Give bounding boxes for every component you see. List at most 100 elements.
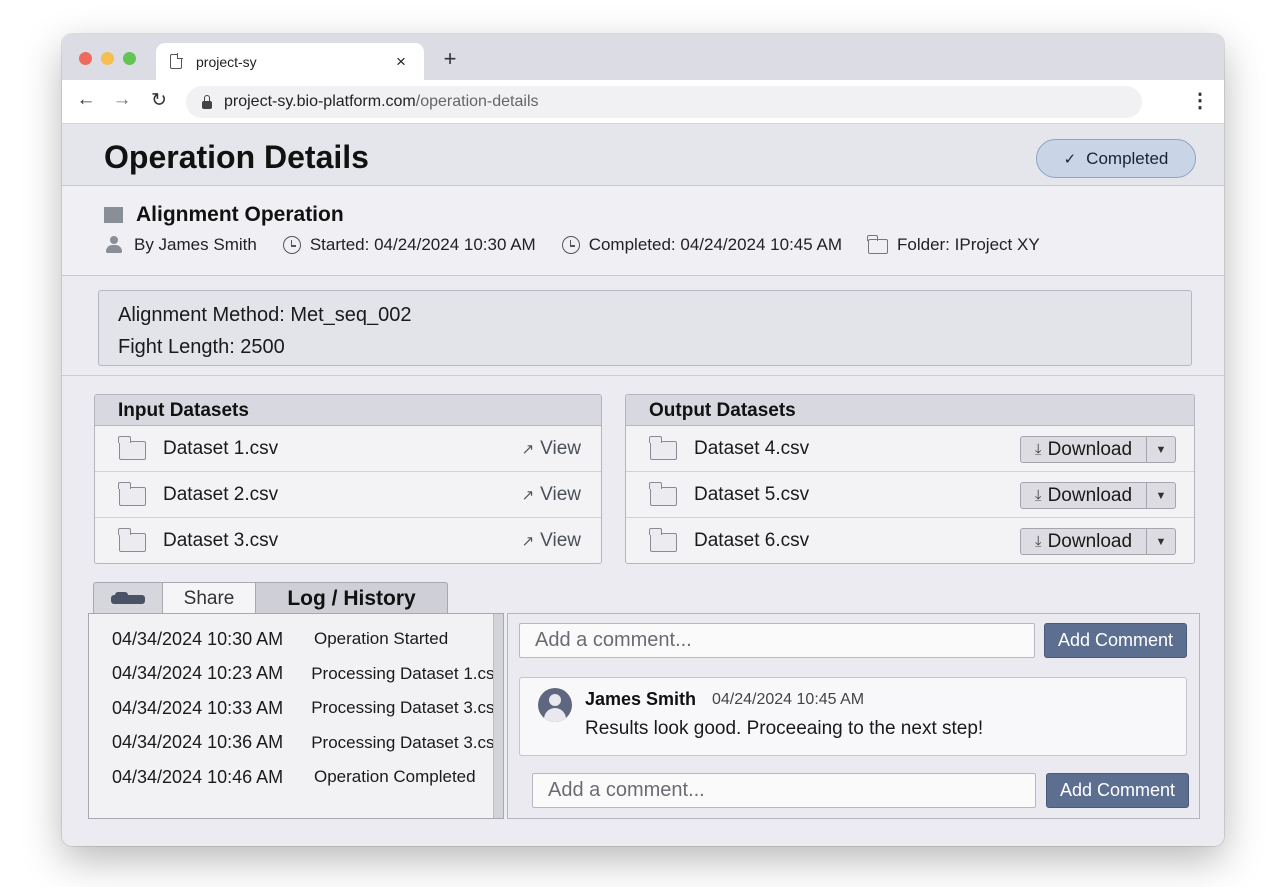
tab-log-history[interactable]: Log / History <box>255 582 448 614</box>
view-link[interactable]: ↗ View <box>522 438 581 460</box>
back-arrow-icon[interactable]: ← <box>74 89 98 111</box>
folder-icon <box>649 528 677 552</box>
comment-text: Results look good. Proceeaing to the nex… <box>585 718 984 739</box>
fight-length: Fight Length: 2500 <box>118 336 285 358</box>
kebab-menu-icon[interactable]: ⋮ <box>1190 88 1210 113</box>
view-label: View <box>540 530 581 551</box>
parameters-section: Alignment Method: Met_seq_002 Fight Leng… <box>62 276 1224 376</box>
dataset-name: Dataset 5.csv <box>694 483 810 505</box>
log-entry: 04/34/2024 10:36 AM Processing Dataset 3… <box>89 726 503 761</box>
maximize-window-button[interactable] <box>123 52 136 65</box>
input-datasets-title: Input Datasets <box>95 395 601 426</box>
check-icon: ✓ <box>1063 150 1077 168</box>
comment-time: 04/24/2024 10:45 AM <box>712 691 865 708</box>
external-link-icon: ↗ <box>521 487 535 504</box>
view-label: View <box>540 438 581 459</box>
folder-icon <box>118 435 146 460</box>
minimize-window-button[interactable] <box>101 52 114 65</box>
folder-icon <box>118 481 146 506</box>
download-icon: ⤓ <box>1034 441 1042 458</box>
log-message: Operation Started <box>314 629 449 649</box>
reload-icon[interactable]: ↻ <box>147 89 171 112</box>
dataset-name: Dataset 6.csv <box>694 530 810 551</box>
comments-panel: Add Comment James Smith 04/24/2024 10:45… <box>507 613 1200 819</box>
log-time: 04/34/2024 10:36 AM <box>112 732 284 753</box>
chevron-down-icon[interactable]: ▼ <box>1147 528 1176 555</box>
log-message: Operation Completed <box>314 767 476 787</box>
dataset-row: Dataset 5.csv ⤓ Download ▼ <box>626 472 1194 518</box>
document-icon <box>170 53 183 69</box>
external-link-icon: ↗ <box>521 533 535 550</box>
tab-vehicle[interactable] <box>93 582 163 614</box>
log-time: 04/34/2024 10:30 AM <box>112 628 284 649</box>
meta-completed: Completed: 04/24/2024 10:45 AM <box>561 235 842 255</box>
comment-author: James Smith <box>585 689 697 709</box>
meta-started: Started: 04/24/2024 10:30 AM <box>282 235 536 255</box>
comment-input[interactable] <box>519 623 1035 658</box>
folder-icon <box>118 528 146 552</box>
meta-author: By James Smith <box>106 235 257 255</box>
download-button[interactable]: ⤓ Download <box>1020 436 1147 463</box>
dataset-row: Dataset 6.csv ⤓ Download ▼ <box>626 518 1194 563</box>
url-host: project-sy.bio-platform.com <box>224 93 416 110</box>
tab-strip: project-sy × + <box>62 34 1224 80</box>
operation-icon <box>104 207 123 223</box>
browser-tab[interactable]: project-sy × <box>156 43 424 80</box>
dataset-name: Dataset 4.csv <box>694 437 810 459</box>
add-comment-button[interactable]: Add Comment <box>1044 623 1187 658</box>
download-group: ⤓ Download ▼ <box>1020 482 1176 509</box>
url-path: /operation-details <box>415 93 539 110</box>
log-entry: 04/34/2024 10:30 AM Operation Started <box>89 622 503 657</box>
operation-meta: By James Smith Started: 04/24/2024 10:30… <box>106 234 1066 255</box>
output-datasets-panel: Output Datasets Dataset 4.csv ⤓ Download … <box>625 394 1195 564</box>
address-bar[interactable]: project-sy.bio-platform.com /operation-d… <box>186 86 1142 118</box>
dataset-row: Dataset 3.csv ↗ View <box>95 518 601 563</box>
new-tab-icon[interactable]: + <box>438 46 462 72</box>
input-datasets-panel: Input Datasets Dataset 1.csv ↗ View Datas… <box>94 394 602 564</box>
operation-info: Alignment Operation By James Smith Start… <box>62 186 1224 276</box>
forward-arrow-icon[interactable]: → <box>110 89 134 111</box>
download-button[interactable]: ⤓ Download <box>1020 482 1147 509</box>
avatar <box>538 688 572 722</box>
clock-icon <box>561 236 580 254</box>
lock-icon <box>202 94 212 109</box>
external-link-icon: ↗ <box>521 441 535 458</box>
browser-toolbar: ← → ↻ project-sy.bio-platform.com /opera… <box>62 80 1224 124</box>
comment-card: James Smith 04/24/2024 10:45 AM Results … <box>519 677 1187 756</box>
add-comment-button[interactable]: Add Comment <box>1046 773 1189 808</box>
meta-folder[interactable]: Folder: IProject XY <box>867 234 1040 255</box>
log-message: Processing Dataset 3.csv <box>311 732 503 752</box>
dataset-row: Dataset 4.csv ⤓ Download ▼ <box>626 426 1194 472</box>
car-icon <box>111 591 145 606</box>
view-label: View <box>540 484 581 505</box>
dataset-row: Dataset 1.csv ↗ View <box>95 426 601 472</box>
log-entry: 04/34/2024 10:33 AM Processing Dataset 3… <box>89 691 503 726</box>
status-label: Completed <box>1086 148 1169 168</box>
browser-window: project-sy × + ← → ↻ project-sy.bio-plat… <box>62 34 1224 846</box>
log-entry: 04/34/2024 10:23 AM Processing Dataset 1… <box>89 657 503 692</box>
view-link[interactable]: ↗ View <box>522 484 581 506</box>
dataset-row: Dataset 2.csv ↗ View <box>95 472 601 518</box>
clock-icon <box>282 236 301 254</box>
download-label: Download <box>1047 530 1133 552</box>
log-time: 04/34/2024 10:23 AM <box>112 663 284 684</box>
download-button[interactable]: ⤓ Download <box>1020 528 1147 555</box>
view-link[interactable]: ↗ View <box>522 530 581 552</box>
comment-input[interactable] <box>532 773 1036 808</box>
download-label: Download <box>1047 438 1133 460</box>
chevron-down-icon[interactable]: ▼ <box>1147 436 1176 463</box>
tab-title: project-sy <box>196 53 257 70</box>
tab-share[interactable]: Share <box>162 582 256 614</box>
chevron-down-icon[interactable]: ▼ <box>1147 482 1176 509</box>
started-text: Started: 04/24/2024 10:30 AM <box>309 235 536 254</box>
close-tab-icon[interactable]: × <box>392 52 410 72</box>
page-content: Operation Details ✓ Completed Alignment … <box>62 124 1224 846</box>
dataset-name: Dataset 1.csv <box>163 437 279 459</box>
log-message: Processing Dataset 3.csv <box>311 698 503 718</box>
completed-text: Completed: 04/24/2024 10:45 AM <box>588 235 842 254</box>
dataset-name: Dataset 3.csv <box>163 530 279 551</box>
page-title: Operation Details <box>104 139 369 175</box>
close-window-button[interactable] <box>79 52 92 65</box>
status-badge: ✓ Completed <box>1036 139 1196 178</box>
log-scrollbar[interactable] <box>493 614 503 818</box>
